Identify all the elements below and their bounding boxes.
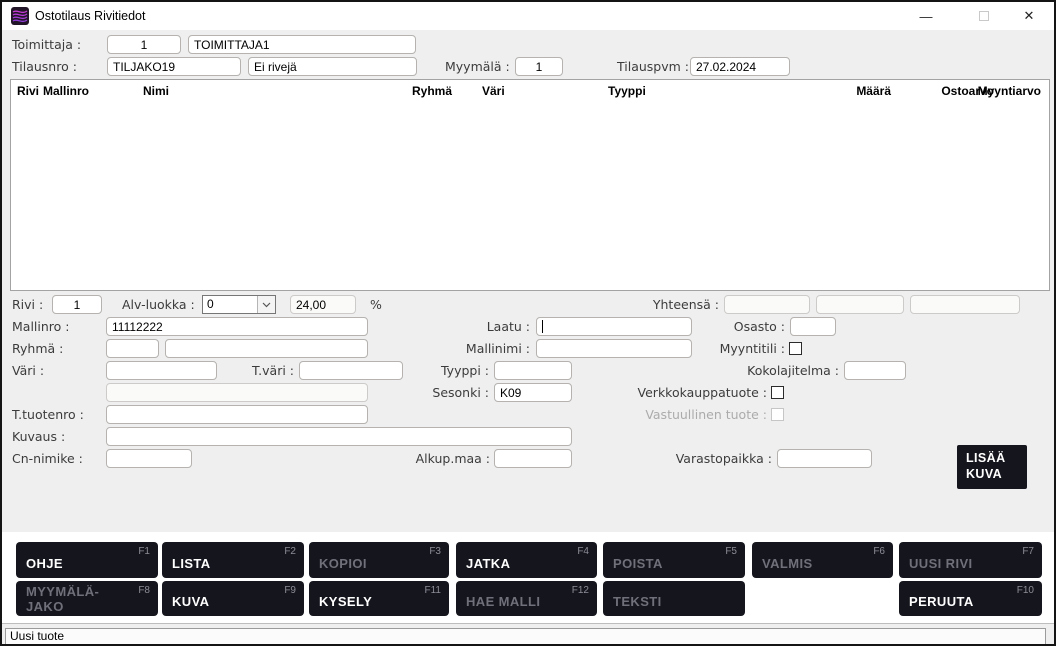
lisaa-kuva-button[interactable]: LISÄÄ KUVA <box>957 445 1027 489</box>
ryhma-code-field[interactable] <box>106 339 159 358</box>
ttuotenro-field[interactable] <box>106 405 368 424</box>
kopioi-button: KOPIOIF3 <box>309 542 449 578</box>
myyntitili-checkbox[interactable] <box>789 342 802 355</box>
kuvaus-label: Kuvaus : <box>12 427 65 446</box>
tyyppi-label: Tyyppi : <box>432 361 489 380</box>
peruuta-button[interactable]: PERUUTAF10 <box>899 581 1042 616</box>
cn-nimike-field[interactable] <box>106 449 192 468</box>
toimittaja-label: Toimittaja : <box>12 35 81 54</box>
valmis-button: VALMISF6 <box>752 542 893 578</box>
laatu-label: Laatu : <box>472 317 530 336</box>
alv-luokka-select[interactable]: 0 <box>202 295 276 314</box>
yhteensa-ostoarvo-field <box>816 295 904 314</box>
toimittaja-code-field[interactable] <box>107 35 181 54</box>
vastuullinen-tuote-label: Vastuullinen tuote : <box>587 405 767 424</box>
alv-prosentti-field <box>290 295 356 314</box>
maximize-icon <box>965 2 1003 30</box>
col-rivi: Rivi <box>17 84 39 98</box>
myymala-field[interactable] <box>515 57 563 76</box>
col-nimi: Nimi <box>143 84 169 98</box>
laatu-field[interactable] <box>536 317 692 336</box>
mallinimi-label: Mallinimi : <box>457 339 530 358</box>
title-bar: Ostotilaus Rivitiedot — ✕ <box>2 2 1054 30</box>
kuva-button[interactable]: KUVAF9 <box>162 581 304 616</box>
yhteensa-maara-field <box>724 295 810 314</box>
alkupmaa-label: Alkup.maa : <box>412 449 490 468</box>
lista-button[interactable]: LISTAF2 <box>162 542 304 578</box>
alkupmaa-field[interactable] <box>494 449 572 468</box>
ryhma-name-field[interactable] <box>165 339 368 358</box>
tilausnro-field[interactable] <box>107 57 241 76</box>
cn-nimike-label: Cn-nimike : <box>12 449 83 468</box>
myymalajako-button: MYYMÄLÄ-JAKOF8 <box>16 581 158 616</box>
alv-luokka-label: Alv-luokka : <box>122 295 195 314</box>
order-rows-table: Rivi Mallinro Nimi Ryhmä Väri Tyyppi Mää… <box>10 79 1050 291</box>
toimittaja-name-field[interactable] <box>188 35 416 54</box>
kuvaus-field[interactable] <box>106 427 572 446</box>
col-tyyppi: Tyyppi <box>608 84 646 98</box>
tyyppi-field[interactable] <box>494 361 572 380</box>
yhteensa-label: Yhteensä : <box>642 295 719 314</box>
ostotilaus-rivitiedot-window: Ostotilaus Rivitiedot — ✕ Toimittaja : T… <box>0 0 1056 646</box>
mallinro-label: Mallinro : <box>12 317 69 336</box>
sesonki-label: Sesonki : <box>422 383 489 402</box>
poista-button: POISTAF5 <box>603 542 745 578</box>
osasto-label: Osasto : <box>712 317 785 336</box>
status-message: Uusi tuote <box>5 628 1046 645</box>
close-icon[interactable]: ✕ <box>1010 2 1048 30</box>
tvari-label: T.väri : <box>242 361 294 380</box>
lisaa-kuva-line1: LISÄÄ <box>966 450 1027 466</box>
mallinro-field[interactable] <box>106 317 368 336</box>
kokolajitelma-field[interactable] <box>844 361 906 380</box>
kokolajitelma-label: Kokolajitelma : <box>732 361 839 380</box>
minimize-icon[interactable]: — <box>907 2 945 30</box>
verkkokauppatuote-label: Verkkokauppatuote : <box>587 383 767 402</box>
uusi-rivi-button: UUSI RIVIF7 <box>899 542 1042 578</box>
col-ryhma: Ryhmä <box>412 84 452 98</box>
vari-label: Väri : <box>12 361 44 380</box>
ohje-button[interactable]: OHJEF1 <box>16 542 158 578</box>
teksti-button: TEKSTI <box>603 581 745 616</box>
rivi-field[interactable] <box>52 295 102 314</box>
myymala-label: Myymälä : <box>445 57 510 76</box>
mallinimi-field[interactable] <box>536 339 692 358</box>
text-caret <box>542 320 543 333</box>
col-myyntiarvo: Myyntiarvo <box>978 84 1041 98</box>
tvari-field[interactable] <box>299 361 403 380</box>
tilausnro-label: Tilausnro : <box>12 57 77 76</box>
lisaa-kuva-line2: KUVA <box>966 466 1027 482</box>
chevron-down-icon[interactable] <box>257 296 275 313</box>
myyntitili-label: Myyntitili : <box>697 339 785 358</box>
vastuullinen-tuote-checkbox <box>771 408 784 421</box>
hae-malli-button: HAE MALLIF12 <box>456 581 597 616</box>
varastopaikka-label: Varastopaikka : <box>647 449 772 468</box>
vari-name-field <box>106 383 368 402</box>
ttuotenro-label: T.tuotenro : <box>12 405 84 424</box>
vari-field[interactable] <box>106 361 217 380</box>
rivi-label: Rivi : <box>12 295 43 314</box>
status-bar: Uusi tuote <box>2 623 1054 646</box>
alv-luokka-value: 0 <box>203 296 257 313</box>
tilauspvm-field[interactable] <box>690 57 790 76</box>
ryhma-label: Ryhmä : <box>12 339 63 358</box>
rivit-status-field <box>248 57 417 76</box>
col-maara: Määrä <box>856 84 891 98</box>
kysely-button[interactable]: KYSELYF11 <box>309 581 449 616</box>
tilauspvm-label: Tilauspvm : <box>617 57 689 76</box>
osasto-field[interactable] <box>790 317 836 336</box>
window-title: Ostotilaus Rivitiedot <box>35 9 145 23</box>
app-logo-icon <box>11 7 29 25</box>
jatka-button[interactable]: JATKAF4 <box>456 542 597 578</box>
verkkokauppatuote-checkbox[interactable] <box>771 386 784 399</box>
col-vari: Väri <box>482 84 505 98</box>
yhteensa-myyntiarvo-field <box>910 295 1020 314</box>
col-mallinro: Mallinro <box>43 84 89 98</box>
function-button-panel: OHJEF1 LISTAF2 KOPIOIF3 JATKAF4 POISTAF5… <box>2 532 1054 624</box>
percent-sign: % <box>370 295 382 314</box>
varastopaikka-field[interactable] <box>777 449 872 468</box>
sesonki-field[interactable] <box>494 383 572 402</box>
